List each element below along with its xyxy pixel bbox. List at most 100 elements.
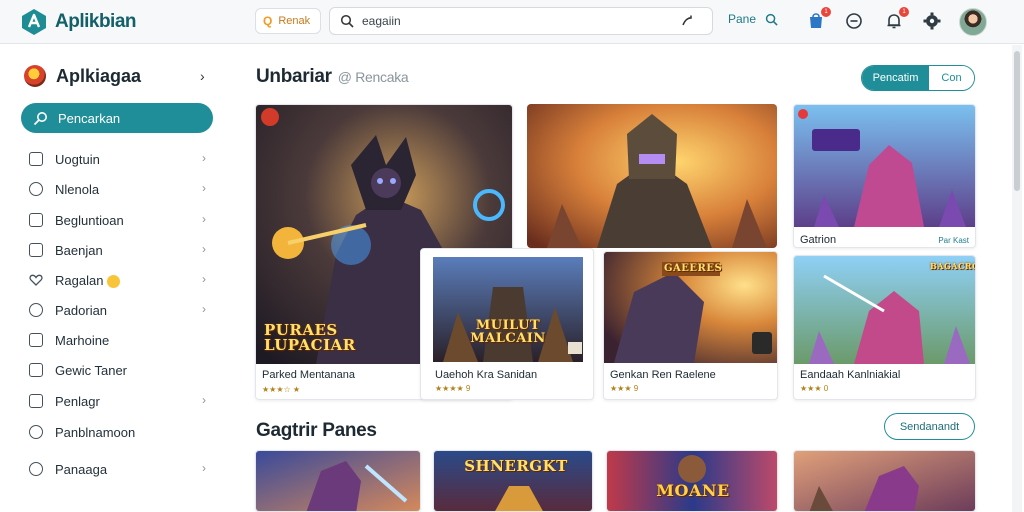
notification-badge: 1 [899, 7, 909, 17]
cart-button[interactable]: 1 [806, 7, 831, 31]
status-button[interactable] [844, 11, 864, 31]
genre-tag: Par Kast [938, 236, 969, 245]
rating-stars: ★★★ 0 [800, 384, 829, 393]
game-card[interactable]: MUILUT MALCAIN Uaehoh Kra Sanidan ★★★★ 9 [420, 248, 594, 400]
game-title: Gatrion [800, 234, 837, 246]
see-all-button[interactable]: Sendanandt [884, 413, 975, 440]
scrollbar[interactable] [1012, 45, 1022, 512]
sidebar-item-ragalan[interactable]: Ragalan › [29, 269, 211, 291]
sidebar-item-panaaga[interactable]: Panaaga › [29, 458, 211, 480]
sidebar-item-label: Uogtuin [55, 151, 100, 167]
chevron-right-icon: › [202, 393, 206, 407]
sidebar-item-begluntioan[interactable]: Begluntioan › [29, 209, 211, 231]
pane-button[interactable]: Pane [728, 12, 778, 26]
user-icon [29, 182, 43, 196]
sidebar-item-active[interactable]: Pencarkan [21, 103, 213, 133]
sidebar-item-marhoine[interactable]: Marhoine [29, 329, 211, 351]
minus-circle-icon [846, 13, 862, 29]
gear-icon [923, 12, 941, 30]
calendar-icon [29, 152, 43, 166]
sidebar-item-gewic-taner[interactable]: Gewic Taner [29, 359, 211, 381]
cart-badge: 1 [821, 7, 831, 17]
game-card[interactable]: BAGACRO Eandaah Kanlniakial ★★★ 0 [793, 255, 976, 400]
sidebar-item-penlagr[interactable]: Penlagr › [29, 390, 211, 412]
store-icon [29, 243, 43, 257]
chevron-right-icon: › [202, 242, 206, 256]
sidebar-item-label: Begluntioan [55, 212, 124, 228]
sidebar-header[interactable]: Aplkiagaa › [24, 65, 205, 87]
game-card[interactable] [255, 450, 421, 512]
search-icon [33, 111, 47, 125]
sidebar-title: Aplkiagaa [56, 65, 142, 86]
rating-stars: ★★★☆ ★ [262, 385, 301, 394]
window-icon [29, 363, 43, 377]
game-banner[interactable] [527, 104, 777, 248]
game-card[interactable]: MOANE [606, 450, 778, 512]
toggle-option-active[interactable]: Pencatim [862, 66, 929, 90]
tag-icon [29, 213, 43, 227]
search-input[interactable] [362, 14, 682, 28]
game-card[interactable] [793, 450, 976, 512]
voice-search-icon[interactable] [680, 14, 694, 28]
cover-title-art: MUILUT MALCAIN [470, 318, 546, 346]
chevron-right-icon: › [202, 461, 206, 475]
smile-emoji-icon [107, 274, 121, 288]
cover-title-art: GAEERES [662, 262, 723, 276]
notifications-button[interactable]: 1 [884, 7, 909, 31]
game-card[interactable]: SHNERGKT [433, 450, 593, 512]
pane-button-label: Pane [728, 12, 757, 26]
game-card[interactable]: GAEERES Genkan Ren Raelene ★★★ 9 [603, 251, 778, 400]
chevron-right-icon: › [202, 181, 206, 195]
search-icon [765, 13, 778, 26]
section-title: Gagtrir Panes [256, 420, 377, 441]
sidebar-item-uogtuin[interactable]: Uogtuin › [29, 148, 211, 170]
search-bar[interactable] [329, 7, 713, 35]
chat-icon [29, 303, 43, 317]
app-logo-icon[interactable] [20, 8, 48, 36]
scrollbar-thumb[interactable] [1014, 51, 1020, 191]
chevron-right-icon: › [202, 302, 206, 316]
game-cover-image [433, 257, 583, 362]
game-title: Parked Mentanana [262, 369, 355, 381]
bookmark-icon [29, 394, 43, 408]
chevron-right-icon: › [200, 68, 205, 84]
sidebar-item-label: Padorian [55, 302, 108, 318]
sidebar: Aplkiagaa › Pencarkan Uogtuin › Nlenola … [0, 45, 236, 512]
settings-button[interactable] [922, 11, 942, 31]
chevron-right-icon: › [202, 212, 206, 226]
section-title-text: Unbariar [256, 66, 332, 87]
game-cover-image [794, 256, 975, 364]
sidebar-item-label: Panblnamoon [55, 424, 136, 440]
sidebar-item-baenjan[interactable]: Baenjan › [29, 239, 211, 261]
rating-stars: ★★★ 9 [610, 384, 639, 393]
cover-title-art: SHNERGKT [464, 457, 568, 475]
sidebar-item-label: Baenjan [55, 242, 103, 258]
sidebar-item-label: Pencarkan [58, 110, 121, 126]
app-name: Aplikbian [55, 11, 137, 32]
sidebar-item-panblnamoon[interactable]: Panblnamoon [29, 421, 211, 443]
chevron-right-icon: › [202, 151, 206, 165]
game-title: Eandaah Kanlniakial [800, 369, 901, 381]
heart-icon [29, 273, 43, 287]
section-subtitle: @ Rencaka [337, 69, 409, 85]
game-banner-image [527, 104, 777, 248]
chevron-right-icon: › [202, 272, 206, 286]
image-icon [29, 333, 43, 347]
sidebar-item-padorian[interactable]: Padorian › [29, 299, 211, 321]
game-cover-image [256, 451, 420, 511]
rating-stars: ★★★★ 9 [435, 384, 471, 393]
avatar[interactable] [959, 8, 987, 36]
filter-chip-label: Renak [278, 15, 311, 27]
search-icon [340, 14, 354, 28]
puzzle-icon [29, 462, 43, 476]
sidebar-item-label: Ragalan [55, 272, 104, 288]
sidebar-item-label: Gewic Taner [55, 362, 128, 378]
game-card[interactable]: Gatrion Par Kast [793, 104, 976, 248]
section-title: Unbariar @ Rencaka [256, 66, 409, 88]
person-icon [29, 425, 43, 439]
filter-chip[interactable]: Q Renak [255, 8, 321, 34]
sidebar-item-nlenola[interactable]: Nlenola › [29, 178, 211, 200]
sidebar-item-label: Nlenola [55, 181, 100, 197]
view-toggle[interactable]: Pencatim Con [861, 65, 975, 91]
toggle-option[interactable]: Con [929, 66, 974, 90]
